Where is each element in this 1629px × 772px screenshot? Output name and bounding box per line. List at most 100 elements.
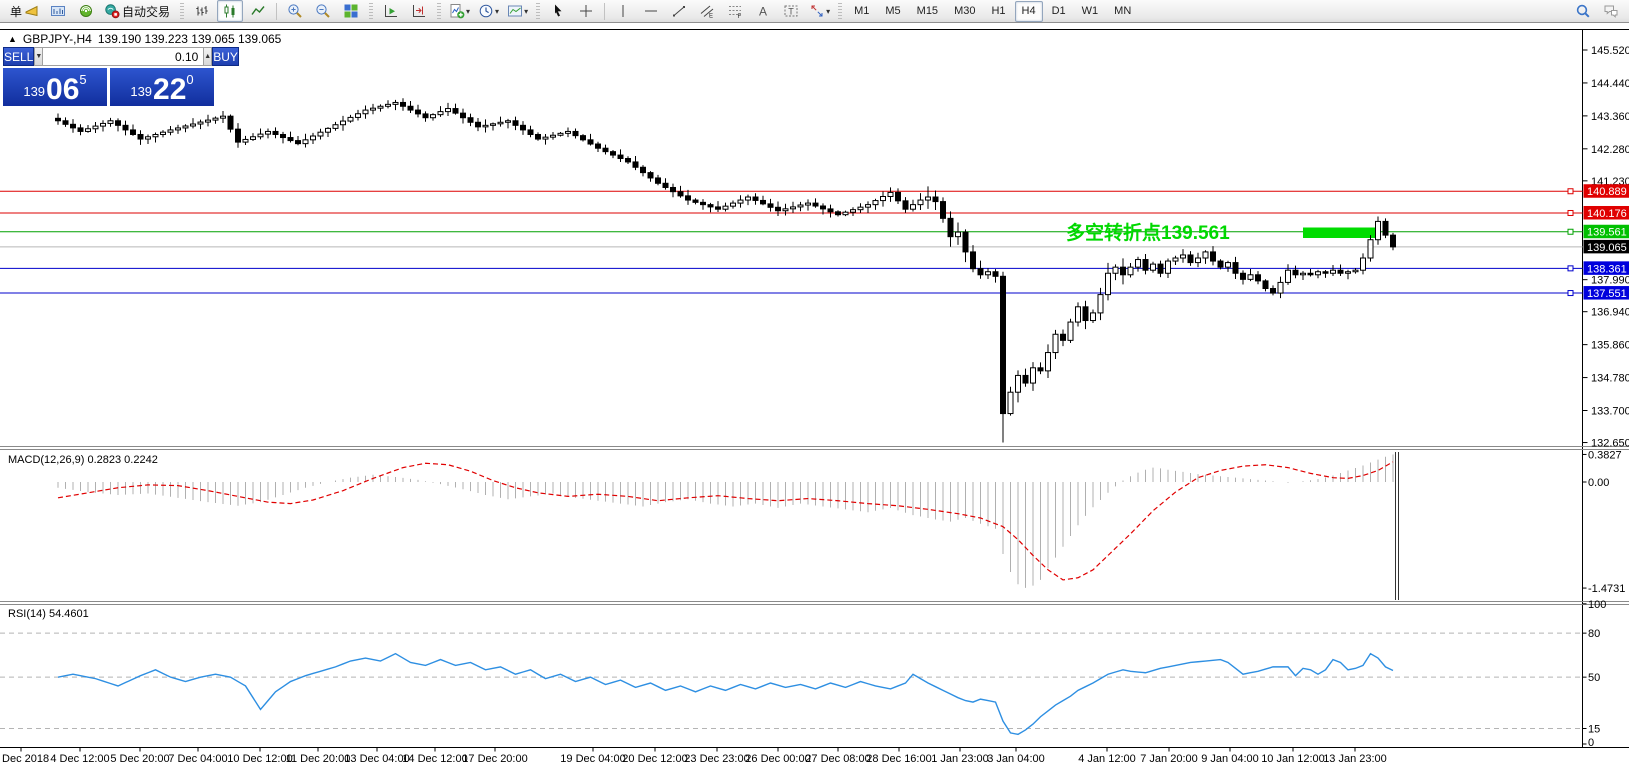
candle-body xyxy=(1046,353,1051,371)
line-handle[interactable] xyxy=(1568,189,1573,194)
price-level-badge-label: 140.176 xyxy=(1587,208,1627,220)
candle-body xyxy=(1256,275,1261,281)
chart-window-title: ▲ GBPJPY-,H4 139.190 139.223 139.065 139… xyxy=(8,32,281,46)
candle-body xyxy=(1286,270,1291,282)
chart-frame xyxy=(0,30,1629,748)
trendline-button[interactable] xyxy=(666,0,692,22)
line-handle[interactable] xyxy=(1568,266,1573,271)
timeframe-d1-button[interactable]: D1 xyxy=(1045,1,1073,22)
timeframe-m15-button[interactable]: M15 xyxy=(910,1,945,22)
macd-indicator: MACD(12,26,9) 0.2823 0.22420.38270.00-1.… xyxy=(8,449,1625,600)
price-tick-label: 136.940 xyxy=(1591,307,1629,319)
chevron-down-icon[interactable]: ▾ xyxy=(466,7,470,16)
rsi-axis-label: 15 xyxy=(1588,723,1600,735)
time-tick-label: 13 Jan 23:00 xyxy=(1323,753,1387,765)
toolbar-drag-handle[interactable] xyxy=(437,3,441,20)
toolbar-drag-handle[interactable] xyxy=(369,3,373,20)
buy-price-box[interactable]: 139 22 0 xyxy=(110,68,214,106)
timeframe-h1-button[interactable]: H1 xyxy=(984,1,1012,22)
time-tick-label: 11 Dec 20:00 xyxy=(286,753,351,765)
fibonacci-button[interactable]: F xyxy=(722,0,748,22)
candle-body xyxy=(401,102,406,106)
templates-button[interactable]: ▾ xyxy=(504,0,531,22)
line-handle[interactable] xyxy=(1568,291,1573,296)
candle-body xyxy=(1361,258,1366,270)
zoom-out-button[interactable] xyxy=(310,0,336,22)
level-lines: 140.889140.176139.561138.361137.551139.0… xyxy=(0,184,1629,300)
volume-increase-button[interactable]: ▲ xyxy=(203,47,212,66)
timeframe-m30-button[interactable]: M30 xyxy=(947,1,982,22)
line-handle[interactable] xyxy=(1568,229,1573,234)
text-button[interactable]: A xyxy=(750,0,776,22)
chart-shift-button[interactable] xyxy=(406,0,432,22)
periods-button[interactable]: ▾ xyxy=(475,0,502,22)
collapse-marker-icon[interactable]: ▲ xyxy=(8,34,17,44)
new-order-button[interactable]: 单 xyxy=(5,0,43,22)
timeframe-m1-button[interactable]: M1 xyxy=(847,1,876,22)
volume-decrease-button[interactable]: ▼ xyxy=(34,47,43,66)
auto-scroll-button[interactable] xyxy=(378,0,404,22)
sell-price-box[interactable]: 139 06 5 xyxy=(3,68,107,106)
candle-body xyxy=(101,123,106,126)
timeframe-m5-button[interactable]: M5 xyxy=(878,1,907,22)
candle-body xyxy=(176,128,181,130)
line-handle[interactable] xyxy=(1568,210,1573,215)
time-tick-label: 9 Jan 04:00 xyxy=(1201,753,1259,765)
toolbar-drag-handle[interactable] xyxy=(180,3,184,20)
pivot-annotation-text[interactable]: 多空转折点139.561 xyxy=(1066,221,1230,244)
candle-body xyxy=(656,178,661,183)
label-button[interactable]: T xyxy=(778,0,804,22)
candle-body xyxy=(1001,276,1006,413)
charts-window-icon xyxy=(50,3,66,19)
chat-button[interactable] xyxy=(1598,0,1624,22)
candle-body xyxy=(1128,267,1133,275)
tile-windows-button[interactable] xyxy=(338,0,364,22)
candle-body xyxy=(1083,307,1088,321)
cursor-button[interactable] xyxy=(545,0,571,22)
timeframe-mn-button[interactable]: MN xyxy=(1107,1,1138,22)
chevron-down-icon[interactable]: ▾ xyxy=(495,7,499,16)
horizontal-line-button[interactable] xyxy=(638,0,664,22)
candle-body xyxy=(311,136,316,140)
crosshair-button[interactable] xyxy=(573,0,599,22)
chart-line-button[interactable] xyxy=(245,0,271,22)
signals-button[interactable] xyxy=(73,0,99,22)
chart-canvas[interactable]: 145.520144.440143.360142.280141.230137.9… xyxy=(0,0,1629,772)
candle-body xyxy=(963,232,968,252)
autotrading-button[interactable]: 自动交易 xyxy=(101,0,175,22)
candle-body xyxy=(813,203,818,206)
time-axis[interactable]: 3 Dec 20184 Dec 12:005 Dec 20:007 Dec 04… xyxy=(0,748,1387,766)
chevron-down-icon[interactable]: ▾ xyxy=(524,7,528,16)
vertical-line-button[interactable] xyxy=(610,0,636,22)
chevron-down-icon[interactable]: ▾ xyxy=(826,7,830,16)
macd-label: MACD(12,26,9) 0.2823 0.2242 xyxy=(8,454,158,466)
chart-candles-icon xyxy=(222,3,238,19)
candle-body xyxy=(873,201,878,205)
macd-axis-label: 0.00 xyxy=(1588,477,1609,489)
chart-bars-button[interactable] xyxy=(189,0,215,22)
price-tick-label: 142.280 xyxy=(1591,144,1629,156)
toolbar-drag-handle[interactable] xyxy=(536,3,540,20)
channel-button[interactable]: E xyxy=(694,0,720,22)
rsi-line xyxy=(58,654,1393,735)
highlight-rectangle-object[interactable] xyxy=(1303,228,1377,239)
volume-input[interactable] xyxy=(43,47,203,66)
toolbar-drag-handle[interactable] xyxy=(838,3,842,20)
candle-body xyxy=(528,130,533,135)
timeframe-h4-button[interactable]: H4 xyxy=(1015,1,1043,22)
arrows-button[interactable]: ▾ xyxy=(806,0,833,22)
charts-window-button[interactable] xyxy=(45,0,71,22)
candle-body xyxy=(678,192,683,196)
timeframe-w1-button[interactable]: W1 xyxy=(1075,1,1106,22)
zoom-in-button[interactable] xyxy=(282,0,308,22)
candle-body xyxy=(1053,334,1058,352)
indicators-button[interactable]: ▾ xyxy=(446,0,473,22)
candle-body xyxy=(1143,260,1148,271)
candle-body xyxy=(1271,289,1276,294)
candle-body xyxy=(416,110,421,114)
buy-button[interactable]: BUY xyxy=(212,47,239,66)
chart-candles-button[interactable] xyxy=(217,0,243,22)
candle-body xyxy=(738,200,743,203)
sell-button[interactable]: SELL xyxy=(3,47,34,66)
search-button[interactable] xyxy=(1570,0,1596,22)
